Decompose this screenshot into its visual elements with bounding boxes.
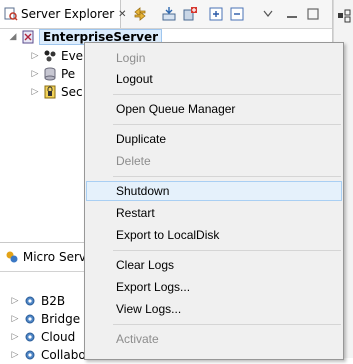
link-with-editor-icon[interactable] (131, 5, 149, 23)
micro-service-label: Bridge (41, 312, 81, 326)
import-server-icon[interactable] (160, 5, 178, 23)
collapsed-arrow-icon[interactable]: ▷ (10, 350, 20, 360)
server-explorer-tab-label: Server Explorer (21, 7, 115, 21)
menu-item-shutdown[interactable]: Shutdown (86, 181, 342, 201)
collapsed-arrow-icon[interactable]: ▷ (10, 296, 20, 306)
micro-services-tab[interactable]: Micro Serv (0, 243, 87, 272)
gear-icon (22, 311, 38, 327)
menu-item-logout[interactable]: Logout (86, 69, 342, 89)
minimize-icon[interactable] (283, 5, 301, 23)
micro-service-item-cloud[interactable]: ▷ Cloud (10, 328, 76, 346)
micro-service-label: B2B (41, 294, 66, 308)
collapse-all-icon[interactable] (228, 5, 246, 23)
server-explorer-icon (4, 6, 18, 22)
menu-separator (113, 94, 341, 95)
database-icon (42, 66, 58, 82)
tree-node-label: Eve (61, 49, 84, 63)
tree-node-label: Sec (61, 85, 83, 99)
micro-service-label: Cloud (41, 330, 76, 344)
context-menu: Login Logout Open Queue Manager Duplicat… (84, 42, 344, 360)
menu-item-label: Export Logs... (116, 280, 191, 294)
menu-item-label: Activate (116, 332, 159, 346)
gear-icon (22, 347, 38, 363)
menu-item-export-to-localdisk[interactable]: Export to LocalDisk (86, 225, 342, 245)
gear-icon (22, 329, 38, 345)
menu-item-login[interactable]: Login (86, 48, 342, 68)
menu-item-label: Export to LocalDisk (116, 228, 220, 242)
menu-item-open-queue-manager[interactable]: Open Queue Manager (86, 99, 342, 119)
menu-item-restart[interactable]: Restart (86, 203, 342, 223)
menu-item-label: Shutdown (116, 184, 170, 198)
menu-item-label: Restart (116, 206, 155, 220)
expanded-arrow-icon[interactable]: ◢ (8, 32, 18, 42)
micro-service-item-bridge[interactable]: ▷ Bridge (10, 310, 81, 328)
menu-separator (113, 250, 341, 251)
menu-item-view-logs[interactable]: View Logs... (86, 299, 342, 319)
restore-view-icon[interactable] (336, 8, 352, 24)
menu-item-label: Open Queue Manager (116, 102, 236, 116)
menu-separator (113, 124, 341, 125)
menu-item-clear-logs[interactable]: Clear Logs (86, 255, 342, 275)
collapsed-arrow-icon[interactable]: ▷ (30, 69, 40, 79)
collapsed-arrow-icon[interactable]: ▷ (10, 332, 20, 342)
micro-service-item-b2b[interactable]: ▷ B2B (10, 292, 66, 310)
events-icon (42, 48, 58, 64)
menu-item-delete[interactable]: Delete (86, 151, 342, 171)
menu-item-label: Clear Logs (116, 258, 175, 272)
add-server-icon[interactable] (181, 5, 199, 23)
menu-item-label: Delete (116, 154, 151, 168)
micro-services-icon (4, 249, 20, 265)
collapsed-arrow-icon[interactable]: ▷ (30, 51, 40, 61)
collapsed-arrow-icon[interactable]: ▷ (30, 87, 40, 97)
tree-node-persistence[interactable]: ▷ Pe (30, 65, 76, 83)
collapsed-arrow-icon[interactable]: ▷ (10, 314, 20, 324)
menu-item-label: View Logs... (116, 302, 182, 316)
micro-services-tab-label: Micro Serv (22, 250, 86, 264)
menu-item-activate[interactable]: Activate (86, 329, 342, 349)
expand-all-icon[interactable] (207, 5, 225, 23)
maximize-icon[interactable] (304, 5, 322, 23)
security-icon (42, 84, 58, 100)
gear-icon (22, 293, 38, 309)
close-icon[interactable]: ✕ (118, 9, 126, 20)
server-explorer-toolbar: Server Explorer ✕ (0, 0, 332, 29)
menu-separator (113, 324, 341, 325)
tree-node-label: Pe (61, 67, 76, 81)
menu-separator (113, 176, 341, 177)
enterprise-server-icon (20, 29, 36, 45)
tree-node-events[interactable]: ▷ Eve (30, 47, 84, 65)
server-explorer-tab[interactable]: Server Explorer ✕ (0, 0, 127, 28)
menu-item-label: Duplicate (116, 132, 167, 146)
menu-item-label: Logout (116, 72, 153, 86)
tree-node-security[interactable]: ▷ Sec (30, 83, 83, 101)
view-menu-chevron-down-icon[interactable] (259, 5, 277, 23)
menu-item-label: Login (116, 51, 146, 65)
menu-item-export-logs[interactable]: Export Logs... (86, 277, 342, 297)
menu-item-duplicate[interactable]: Duplicate (86, 129, 342, 149)
